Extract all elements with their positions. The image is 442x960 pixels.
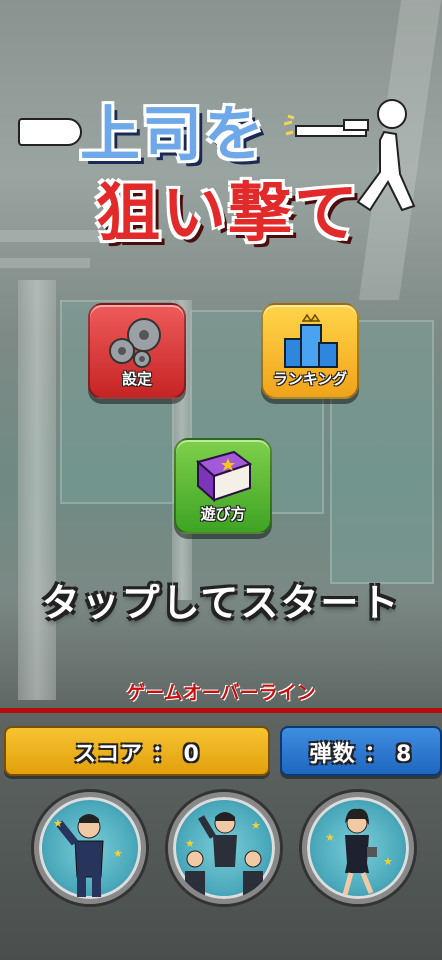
- book-icon: [195, 450, 253, 503]
- businessman-icon: [55, 814, 104, 897]
- game-title-logo: 上司を 狙い撃て: [14, 84, 434, 251]
- score-text: スコア ： 0: [74, 742, 200, 767]
- trophy-bars-icon: [284, 313, 338, 368]
- businesswoman-icon: [342, 808, 377, 896]
- bullet-icon: [18, 118, 82, 146]
- ranking-label: ランキング: [272, 370, 348, 388]
- target-boss-1[interactable]: ★ ★: [34, 792, 146, 904]
- target-boss-2[interactable]: ★ ★: [168, 792, 280, 904]
- score-display: スコア ： 0: [4, 726, 270, 776]
- ammo-display: 弾数 ： 8: [280, 726, 442, 776]
- settings-button[interactable]: 設定: [88, 303, 186, 399]
- gameover-line: [0, 708, 442, 713]
- ammo-text: 弾数 ： 8: [309, 742, 413, 767]
- stick-shooter-icon: [284, 99, 416, 212]
- gameover-line-label: ゲームオーバーライン: [126, 682, 316, 704]
- title-line-1: 上司を: [80, 100, 266, 170]
- howto-label: 遊び方: [200, 505, 246, 523]
- howto-button[interactable]: 遊び方: [174, 438, 272, 534]
- gear-icon: [109, 318, 161, 368]
- tap-to-start-prompt[interactable]: タップしてスタート: [0, 572, 442, 627]
- ranking-button[interactable]: ランキング: [261, 303, 359, 399]
- target-boss-3[interactable]: ★ ★: [302, 792, 414, 904]
- settings-label: 設定: [121, 370, 152, 388]
